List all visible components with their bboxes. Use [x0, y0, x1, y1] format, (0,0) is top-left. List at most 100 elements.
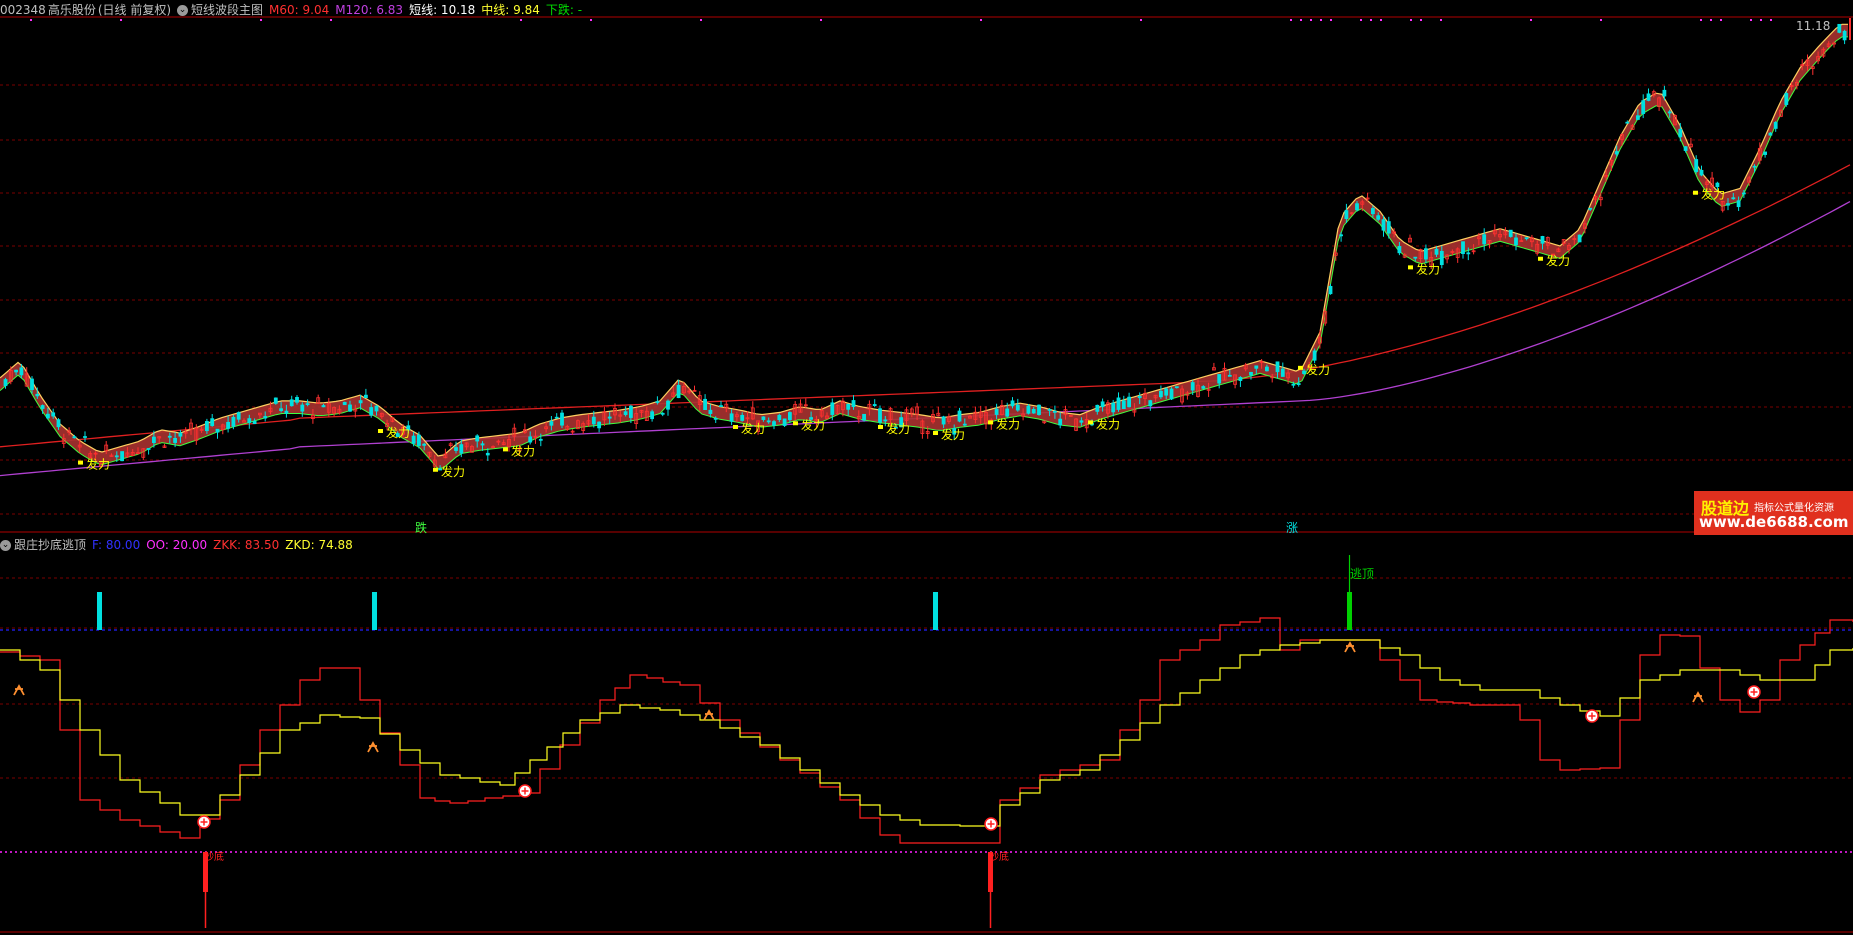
candle-body — [629, 405, 633, 418]
candle-body — [1238, 377, 1243, 381]
candle-body — [1227, 374, 1232, 377]
candle-body — [623, 411, 628, 415]
candle-body — [284, 410, 289, 414]
candle-body — [1482, 234, 1487, 245]
candle-body — [1646, 93, 1651, 101]
main-panel-header: 002348 高乐股份 (日线 前复权) ⌄ 短线波段主图 M60: 9.04 M120: … — [0, 1, 588, 19]
candle-body — [1768, 132, 1773, 136]
candle-body — [374, 405, 379, 412]
stock-code[interactable]: 002348 — [0, 3, 46, 17]
top-signal-dot — [820, 19, 822, 21]
bottom-marker: 涨 — [1286, 520, 1298, 535]
signal-label: 发力 — [1416, 261, 1440, 276]
top-signal-dot — [700, 19, 702, 21]
sub-indicator-menu-icon[interactable]: ⌄ — [0, 540, 11, 551]
mid-label: 中线: 9.84 — [481, 3, 540, 17]
zkk-label: ZKK: 83.50 — [213, 538, 280, 552]
candle-body — [554, 416, 559, 419]
top-signal-dot — [1410, 19, 1412, 21]
candle-body — [1540, 236, 1545, 244]
top-signal-dot — [1760, 19, 1762, 21]
bottom-buy-label: 抄底 — [204, 850, 224, 863]
candle-body — [597, 421, 601, 429]
top-signal-dot — [30, 19, 32, 21]
candle-body — [1291, 383, 1296, 386]
top-signal-dot — [1700, 19, 1702, 21]
candle-body — [666, 400, 670, 410]
indicator-name[interactable]: 短线波段主图 — [191, 3, 263, 17]
candle-body — [51, 412, 56, 417]
candle-body — [1439, 250, 1444, 266]
signal-marker — [878, 424, 883, 429]
candle-body — [1678, 128, 1683, 138]
top-signal-dot — [1750, 19, 1752, 21]
candle-body — [35, 393, 40, 397]
candle-body — [1249, 371, 1253, 376]
candle-body — [708, 409, 713, 414]
candle-body — [1715, 182, 1720, 188]
candle-body — [703, 398, 707, 410]
candle-body — [422, 443, 427, 446]
stock-name[interactable]: 高乐股份 — [48, 3, 96, 17]
signal-label: 发力 — [386, 425, 410, 440]
sub-title[interactable]: 跟庄抄底逃顶 — [14, 538, 86, 552]
candle-body — [740, 414, 745, 421]
candle-body — [178, 432, 183, 437]
candle-body — [1524, 237, 1529, 240]
top-signal-dot — [330, 19, 332, 21]
candle-body — [173, 437, 178, 443]
candle-body — [83, 436, 87, 438]
top-signal-dot — [1310, 19, 1312, 21]
candle-body — [215, 428, 220, 433]
f-label: F: 80.00 — [92, 538, 141, 552]
top-signal-dot — [1360, 19, 1362, 21]
signal-label: 发力 — [1701, 187, 1725, 202]
signal-label: 发力 — [941, 427, 965, 442]
escape-top-bar — [1347, 592, 1352, 630]
candle-body — [1164, 388, 1169, 396]
top-signal-dot — [1770, 19, 1772, 21]
signal-label: 发力 — [86, 457, 110, 472]
candle-body — [538, 438, 543, 441]
candle-body — [830, 402, 835, 415]
signal-marker — [1298, 365, 1303, 370]
candle-body — [1344, 210, 1349, 219]
chart-canvas: 发力发力发力发力发力 发力 发力 发力发力 发力发力发力发力发力跌 涨逃顶抄底 抄底 — [0, 16, 1853, 933]
bottom-buy-label: 抄底 — [989, 850, 1009, 863]
candle-body — [1413, 256, 1418, 259]
signal-marker — [1088, 420, 1093, 425]
candle-body — [247, 418, 252, 423]
candle-body — [56, 419, 61, 428]
candle-body — [1461, 241, 1465, 255]
candle-body — [1376, 215, 1381, 220]
candle-body — [1699, 169, 1704, 176]
candle-body — [1116, 397, 1121, 410]
candle-body — [3, 379, 8, 387]
signal-marker — [503, 447, 508, 452]
candle-body — [1371, 208, 1375, 215]
candle-body — [1588, 207, 1593, 210]
zkk-line — [0, 617, 1853, 844]
top-signal-dot — [1330, 19, 1332, 21]
candle-body — [872, 404, 877, 407]
indicator-menu-icon[interactable]: ⌄ — [177, 5, 189, 16]
candle-body — [1386, 221, 1391, 234]
candle-body — [1508, 229, 1513, 237]
candle-body — [1005, 408, 1010, 417]
watermark-logo: 股道边 指标公式量化资源 www.de6688.com — [1694, 491, 1853, 535]
candle-body — [204, 421, 209, 432]
candle-body — [289, 399, 294, 407]
candle-body — [1614, 151, 1619, 155]
top-signal-dot — [120, 19, 122, 21]
candle-body — [1742, 192, 1746, 195]
candle-body — [1254, 365, 1259, 369]
candle-body — [528, 436, 533, 443]
candle-body — [1731, 197, 1736, 200]
candle-body — [782, 418, 787, 426]
zkd-line — [0, 639, 1853, 827]
candle-body — [1328, 285, 1333, 295]
cross-down-icon — [367, 741, 379, 753]
candle-body — [676, 384, 681, 399]
candle-body — [40, 405, 45, 409]
short-label: 短线: 10.18 — [409, 3, 476, 17]
